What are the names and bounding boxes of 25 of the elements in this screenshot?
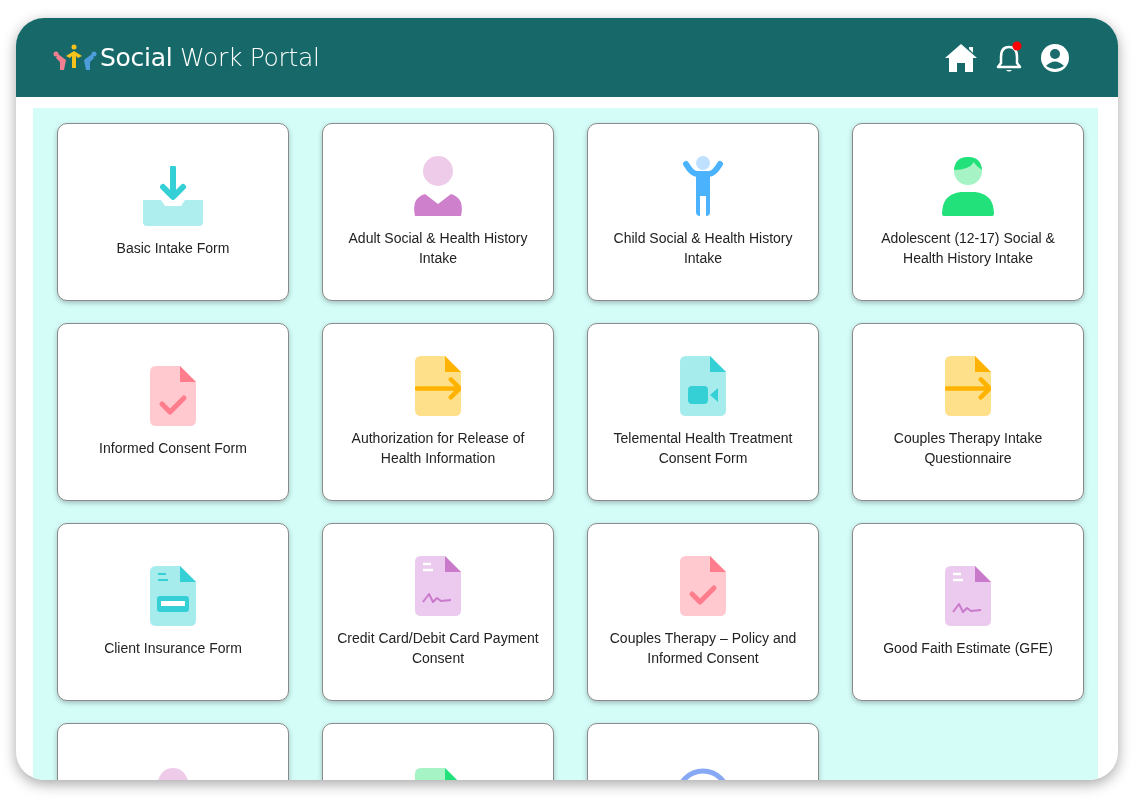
form-card[interactable]: Authorization for Release of Health Information [322, 323, 554, 501]
form-card[interactable]: Child Social & Health History Intake [587, 123, 819, 301]
form-title: Telemental Health Treatment Consent Form [612, 429, 794, 468]
form-card[interactable]: Telemental Health Treatment Consent Form [587, 323, 819, 501]
form-card[interactable]: Adolescent (12-17) Social & Health History Intake [852, 123, 1084, 301]
form-card[interactable]: Credit Card/Debit Card Payment Consent [322, 523, 554, 701]
form-card[interactable]: Basic Intake Form [57, 123, 289, 301]
form-title: Authorization for Release of Health Information [350, 429, 526, 468]
form-title: Client Insurance Form [104, 639, 242, 658]
form-card[interactable]: Couples Therapy Intake Questionnaire [852, 323, 1084, 501]
form-card[interactable]: Informed Consent Form [57, 323, 289, 501]
form-title: Good Faith Estimate (GFE) [883, 639, 1053, 658]
form-card[interactable]: Couples Therapy – Policy and Informed Consent [587, 523, 819, 701]
form-title: Couples Therapy – Policy and Informed Consent [608, 629, 798, 668]
form-title: Adult Social & Health History Intake [347, 229, 529, 268]
form-title: Basic Intake Form [116, 239, 230, 258]
form-card[interactable]: Good Faith Estimate (GFE) [852, 523, 1084, 701]
form-title: Couples Therapy Intake Questionnaire [892, 429, 1044, 468]
form-card[interactable]: Adult Social & Health History Intake [322, 123, 554, 301]
app-title: Social Work Portal [100, 43, 320, 72]
form-title: Child Social & Health History Intake [612, 229, 794, 268]
form-title: Credit Card/Debit Card Payment Consent [337, 629, 539, 668]
form-title: Informed Consent Form [99, 439, 247, 458]
form-card[interactable]: Client Insurance Form [57, 523, 289, 701]
form-title: Adolescent (12-17) Social & Health History Intake [880, 229, 1056, 268]
